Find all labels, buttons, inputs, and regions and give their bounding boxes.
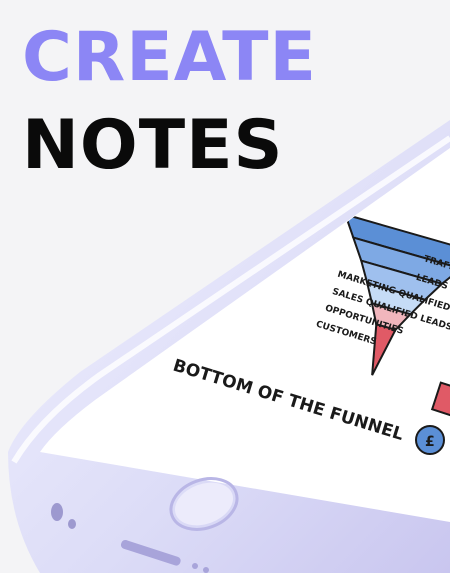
svg-text:£: £ [425,434,435,450]
speaker-slot [51,503,63,521]
phone-mockup: £ TRAFFIC LEADS MARKETING QUALIFIED LEAD… [8,120,450,573]
